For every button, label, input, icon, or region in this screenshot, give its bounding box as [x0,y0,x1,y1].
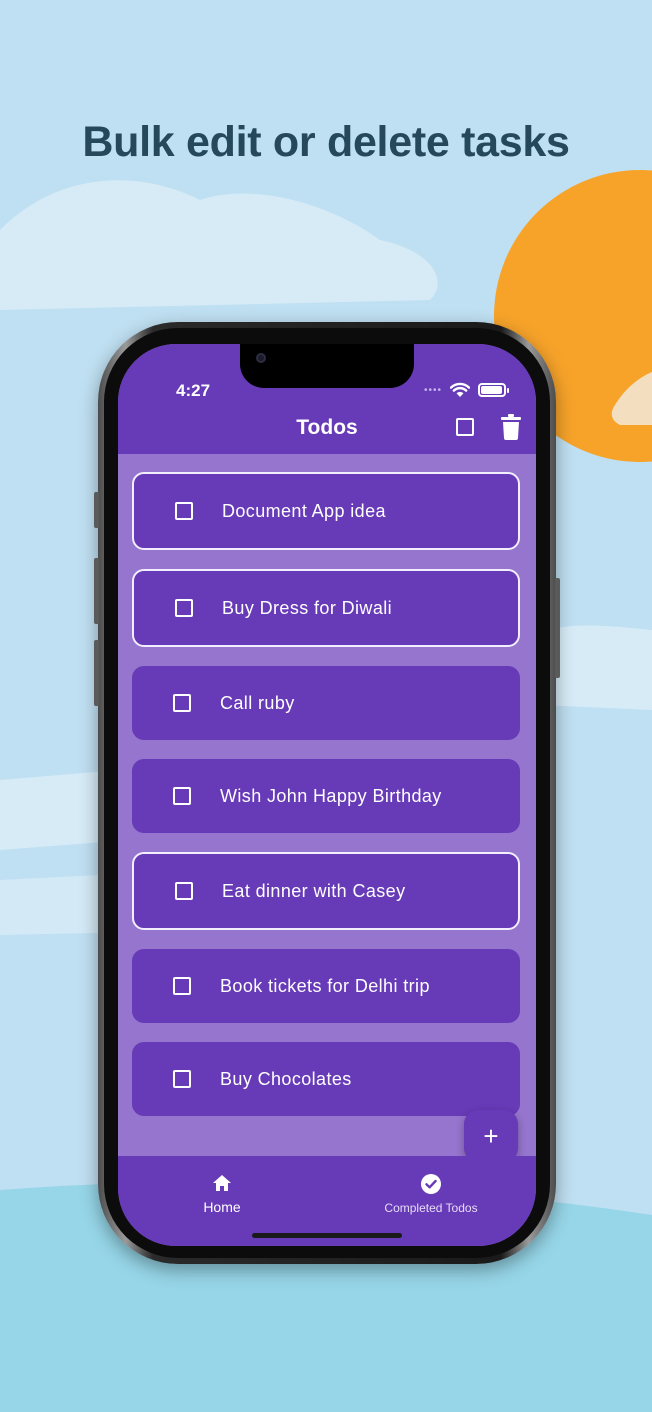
signal-dots-icon: •••• [423,384,442,396]
todo-label: Book tickets for Delhi trip [220,975,430,996]
status-indicators: •••• [423,382,509,398]
dynamic-island [240,344,414,388]
todo-checkbox[interactable] [173,694,191,712]
status-time: 4:27 [176,381,211,400]
battery-icon [478,383,509,397]
app-screen: 4:27 •••• Todos Document App idea Buy Dr… [118,344,536,1246]
volume-up-button [94,558,99,624]
todo-label: Document App idea [222,500,386,521]
home-icon [213,1175,231,1191]
todo-label: Call ruby [220,692,295,713]
phone-frame: 4:27 •••• Todos Document App idea Buy Dr… [94,322,560,1264]
todo-item[interactable]: Buy Chocolates [132,1042,520,1116]
select-all-checkbox[interactable] [456,418,474,436]
todo-checkbox[interactable] [175,599,193,617]
todo-item[interactable]: Buy Dress for Diwali [132,569,520,647]
todo-label: Wish John Happy Birthday [220,785,442,806]
todo-item[interactable]: Wish John Happy Birthday [132,759,520,833]
todo-label: Buy Chocolates [220,1068,352,1089]
power-button [555,578,560,678]
action-button [94,492,99,528]
bottom-navigation: Home Completed Todos [118,1156,536,1246]
todo-label: Eat dinner with Casey [222,880,406,901]
app-bar: 4:27 •••• Todos [118,344,536,454]
plus-icon: + [483,1120,499,1151]
camera-icon [256,353,266,363]
todo-checkbox[interactable] [175,502,193,520]
todo-checkbox[interactable] [173,787,191,805]
todo-item[interactable]: Call ruby [132,666,520,740]
volume-down-button [94,640,99,706]
nav-completed-label: Completed Todos [384,1201,478,1215]
todo-checkbox[interactable] [175,882,193,900]
check-circle-icon [421,1174,441,1194]
todo-item[interactable]: Book tickets for Delhi trip [132,949,520,1023]
headline: Bulk edit or delete tasks [82,118,570,166]
todo-label: Buy Dress for Diwali [222,597,393,618]
add-todo-button[interactable]: + [464,1110,518,1162]
wifi-icon [450,382,470,397]
todo-item[interactable]: Eat dinner with Casey [132,852,520,930]
todo-checkbox[interactable] [173,1070,191,1088]
nav-completed-todos[interactable]: Completed Todos [368,1174,494,1215]
home-indicator [252,1233,402,1238]
delete-icon[interactable] [501,414,521,440]
todo-item[interactable]: Document App idea [132,472,520,550]
todo-checkbox[interactable] [173,977,191,995]
nav-home[interactable]: Home [182,1174,262,1215]
nav-home-label: Home [203,1199,241,1215]
